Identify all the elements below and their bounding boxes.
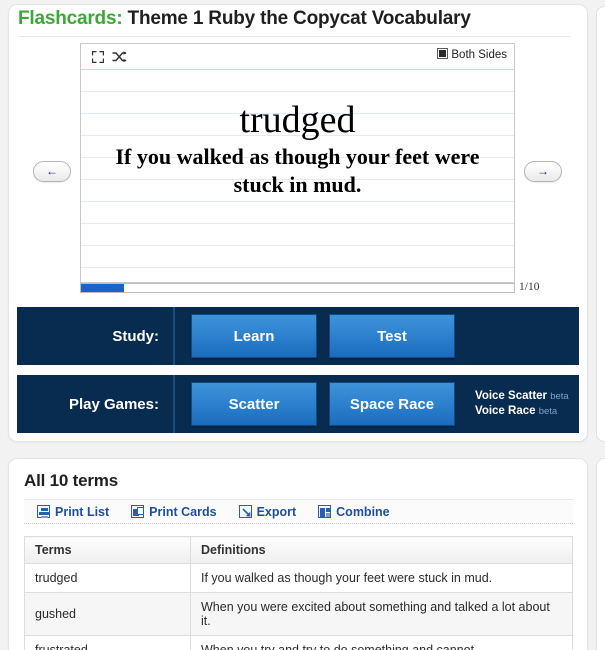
next-card-button[interactable]: → — [524, 161, 562, 182]
table-row[interactable]: gushed When you were excited about somet… — [24, 592, 573, 636]
flashcard-content: trudged If you walked as though your fee… — [81, 98, 514, 199]
voice-scatter-link[interactable]: Voice Scatter beta — [475, 389, 569, 404]
column-header-terms: Terms — [24, 536, 191, 564]
term-cell: frustrated — [24, 635, 191, 650]
print-cards-label: Print Cards — [149, 504, 217, 519]
flashcard-toolbar: Both Sides — [81, 44, 514, 70]
printer-icon — [37, 505, 50, 518]
voice-game-links: Voice Scatter beta Voice Race beta — [475, 389, 569, 419]
voice-race-beta: beta — [538, 406, 558, 417]
flashcards-page: Flashcards: Theme 1 Ruby the Copycat Voc… — [0, 0, 605, 650]
terms-toolbar: Print List Print Cards Export Combine — [24, 499, 573, 524]
study-bar: Study: Learn Test — [17, 307, 579, 365]
print-list-button[interactable]: Print List — [37, 505, 109, 519]
adjacent-panel-bottom — [596, 458, 605, 650]
progress-fill — [81, 284, 125, 292]
checkbox-box[interactable] — [437, 48, 449, 59]
terms-heading: All 10 terms — [24, 471, 118, 490]
voice-scatter-beta: beta — [550, 391, 569, 402]
previous-card-button[interactable]: ← — [33, 161, 71, 182]
definition-cell: If you walked as though your feet were s… — [190, 563, 573, 593]
play-games-label: Play Games: — [17, 375, 175, 433]
title-divider — [18, 36, 570, 37]
page-title-set-name: Theme 1 Ruby the Copycat Vocabulary — [122, 8, 471, 29]
term-cell: trudged — [24, 563, 191, 593]
adjacent-panel-top — [596, 6, 605, 442]
page-title: Flashcards: Theme 1 Ruby the Copycat Voc… — [18, 8, 570, 38]
both-sides-checkbox[interactable]: Both Sides — [437, 48, 507, 61]
learn-button[interactable]: Learn — [191, 314, 317, 358]
game-buttons: Scatter Space Race Voice Scatter beta Vo… — [175, 375, 579, 433]
play-games-bar: Play Games: Scatter Space Race Voice Sca… — [17, 375, 579, 433]
voice-race-label: Voice Race — [475, 405, 536, 417]
card-counter: 1/10 — [519, 281, 540, 293]
term-cell: gushed — [24, 592, 191, 636]
export-arrow-icon — [238, 505, 252, 518]
export-button[interactable]: Export — [238, 504, 297, 519]
definition-cell: When you were excited about something an… — [190, 592, 573, 636]
print-cards-button[interactable]: Print Cards — [131, 504, 217, 519]
voice-race-link[interactable]: Voice Race beta — [475, 404, 569, 419]
shuffle-icon[interactable] — [112, 50, 127, 64]
terms-table: Terms Definitions trudged If you walked … — [24, 536, 573, 650]
progress-bar[interactable] — [80, 283, 515, 293]
combine-icon — [318, 505, 332, 518]
combine-label: Combine — [336, 504, 390, 519]
export-label: Export — [256, 504, 297, 519]
fullscreen-icon[interactable] — [91, 50, 105, 64]
test-button[interactable]: Test — [329, 314, 455, 358]
column-header-definitions: Definitions — [190, 536, 573, 564]
space-race-button[interactable]: Space Race — [329, 382, 455, 426]
print-list-label: Print List — [55, 504, 110, 519]
cards-icon — [131, 505, 145, 518]
scatter-button[interactable]: Scatter — [191, 382, 317, 426]
flashcard-definition: If you walked as though your feet were s… — [115, 144, 480, 197]
table-header-row: Terms Definitions — [24, 536, 573, 564]
table-row[interactable]: trudged If you walked as though your fee… — [24, 563, 573, 593]
study-buttons: Learn Test — [175, 307, 579, 365]
flashcard-term: trudged — [239, 99, 356, 141]
both-sides-label: Both Sides — [451, 49, 507, 61]
definition-cell: When you try and try to do something and… — [190, 635, 573, 650]
table-row[interactable]: frustrated When you try and try to do so… — [24, 635, 573, 650]
study-label: Study: — [17, 307, 175, 365]
combine-button[interactable]: Combine — [318, 504, 390, 519]
flashcard[interactable]: Both Sides trudged If you walked as thou… — [80, 43, 515, 283]
page-title-prefix: Flashcards: — [18, 8, 123, 29]
voice-scatter-label: Voice Scatter — [475, 390, 548, 402]
flashcard-body[interactable]: trudged If you walked as though your fee… — [81, 70, 514, 282]
